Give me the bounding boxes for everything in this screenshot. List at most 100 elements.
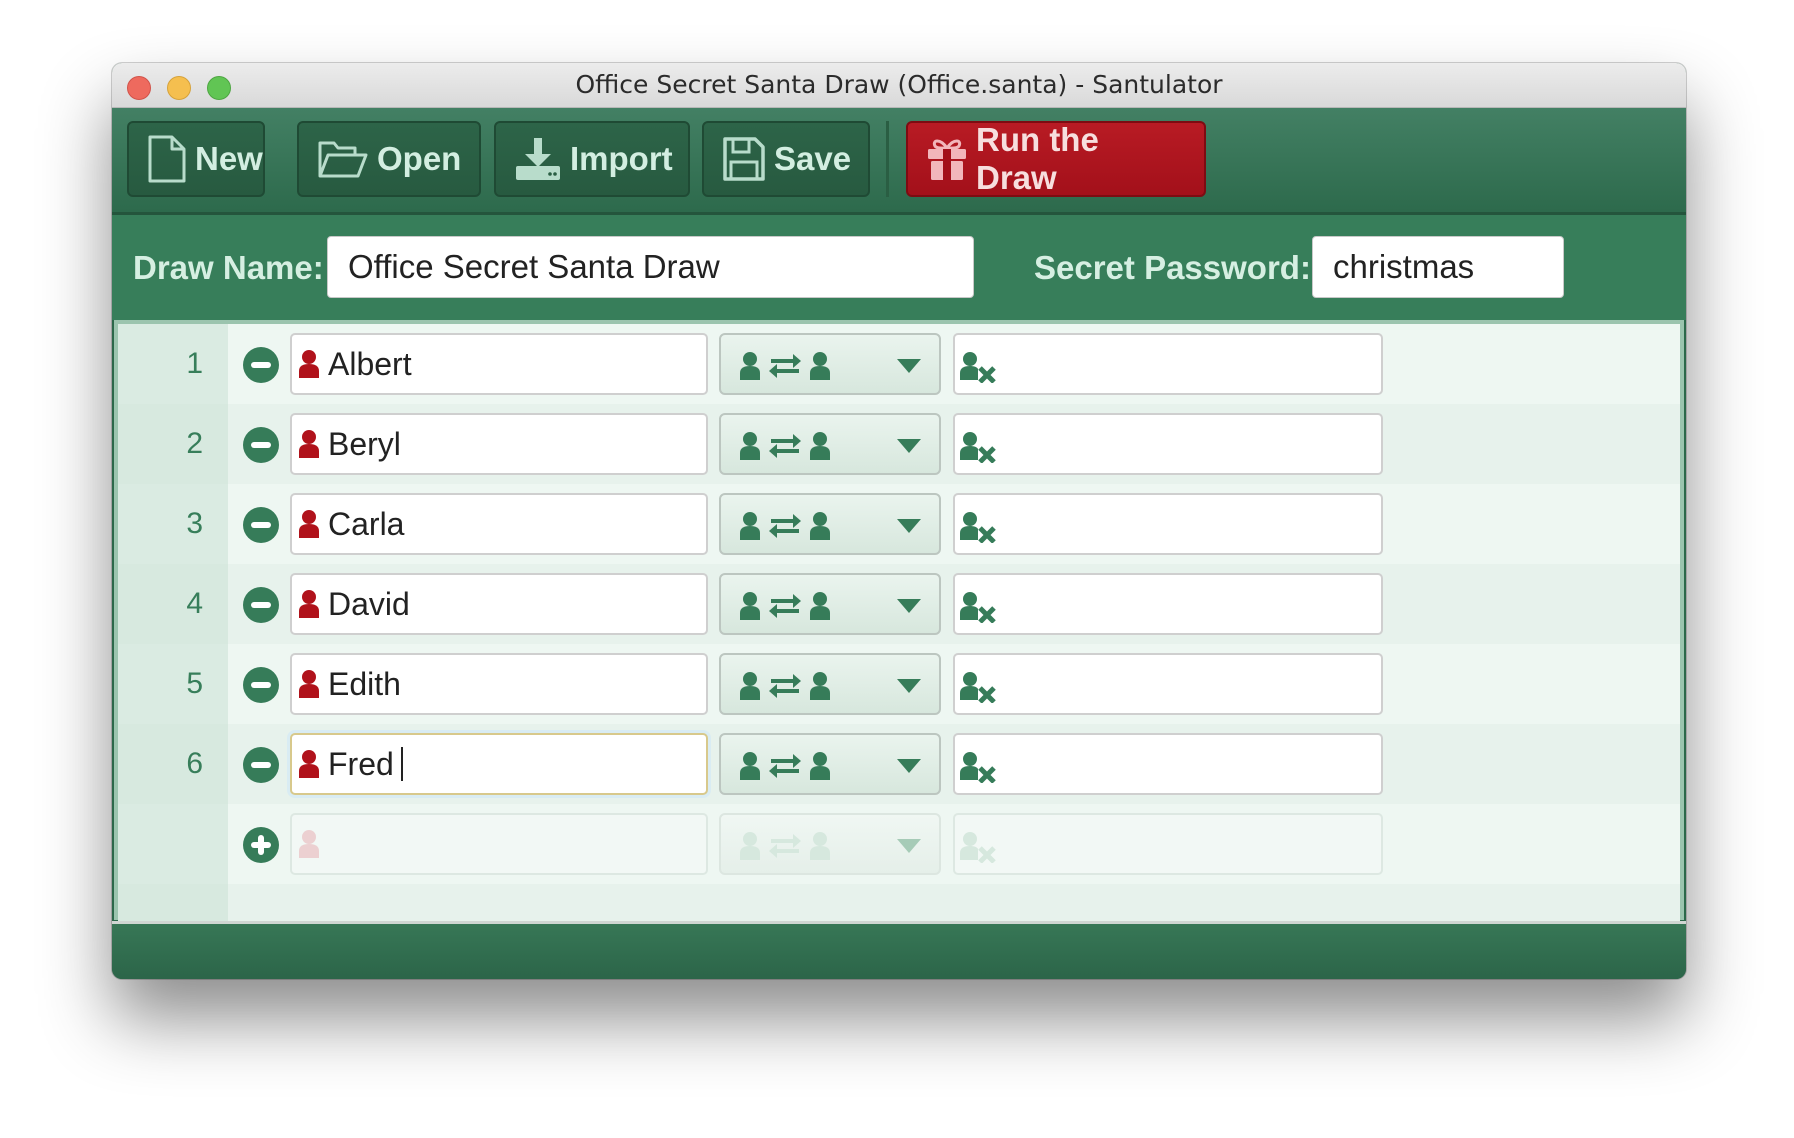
participant-name-input[interactable]: David (290, 573, 708, 635)
person-icon (299, 350, 319, 378)
remove-participant-button[interactable] (243, 747, 279, 783)
toolbar-separator (886, 121, 889, 197)
person-icon (299, 590, 319, 618)
chevron-down-icon (897, 679, 921, 693)
participant-row: 2 Beryl (118, 404, 1680, 484)
two-way-exchange-icon (740, 672, 830, 700)
participants-table: 1 Albert 2 Beryl 3 Carla 4 David 5 Edith… (114, 320, 1684, 924)
exclude-person-icon (960, 592, 996, 623)
participant-name-input[interactable]: Albert (290, 333, 708, 395)
row-number-cell (118, 884, 228, 924)
new-participant-name-input[interactable] (290, 813, 708, 875)
excluded-participants-input[interactable] (953, 653, 1383, 715)
text-caret (400, 747, 403, 781)
chevron-down-icon (897, 759, 921, 773)
participant-name: Beryl (328, 425, 401, 462)
participant-name: Carla (328, 505, 405, 542)
minus-icon (251, 362, 271, 368)
excluded-participants-input[interactable] (953, 573, 1383, 635)
exclude-person-icon (960, 512, 996, 543)
open-button[interactable]: Open (297, 121, 481, 197)
person-icon (299, 750, 319, 778)
minus-icon (251, 602, 271, 608)
folder-open-icon (318, 141, 368, 178)
draw-settings-bar: Draw Name: Office Secret Santa Draw Secr… (112, 215, 1686, 320)
secret-password-input[interactable]: christmas (1312, 236, 1564, 298)
new-participant-row (118, 804, 1680, 884)
exclude-person-icon (960, 752, 996, 783)
new-file-icon (148, 135, 186, 183)
remove-participant-button[interactable] (243, 427, 279, 463)
excluded-participants-input[interactable] (953, 733, 1383, 795)
exclude-person-icon (960, 672, 996, 703)
app-window: Office Secret Santa Draw (Office.santa) … (112, 63, 1686, 979)
new-excluded-participants-input[interactable] (953, 813, 1383, 875)
person-icon (299, 510, 319, 538)
excluded-participants-input[interactable] (953, 333, 1383, 395)
pairing-dropdown[interactable] (719, 333, 941, 395)
participant-name-input[interactable]: Beryl (290, 413, 708, 475)
run-draw-button-label: Run the Draw (976, 121, 1099, 196)
participant-row: 1 Albert (118, 324, 1680, 404)
import-button[interactable]: Import (494, 121, 690, 197)
two-way-exchange-icon (740, 752, 830, 780)
row-number: 6 (186, 747, 203, 780)
pairing-dropdown[interactable] (719, 733, 941, 795)
draw-name-label: Draw Name: (133, 249, 324, 286)
row-number-cell (118, 804, 228, 884)
status-bar (112, 921, 1686, 979)
save-button[interactable]: Save (702, 121, 870, 197)
minus-icon (251, 682, 271, 688)
pairing-dropdown[interactable] (719, 493, 941, 555)
excluded-participants-input[interactable] (953, 413, 1383, 475)
new-pairing-dropdown[interactable] (719, 813, 941, 875)
remove-participant-button[interactable] (243, 587, 279, 623)
empty-table-area (118, 884, 1680, 924)
row-number: 5 (186, 667, 203, 700)
participant-row: 3 Carla (118, 484, 1680, 564)
participant-row: 5 Edith (118, 644, 1680, 724)
minus-icon (251, 762, 271, 768)
participant-name: Fred (328, 745, 394, 782)
remove-participant-button[interactable] (243, 667, 279, 703)
open-button-label: Open (377, 140, 462, 177)
row-number: 4 (186, 587, 203, 620)
add-participant-button[interactable] (243, 827, 279, 863)
pairing-dropdown[interactable] (719, 413, 941, 475)
participant-name: Edith (328, 665, 401, 702)
pairing-dropdown[interactable] (719, 653, 941, 715)
draw-name-input[interactable]: Office Secret Santa Draw (327, 236, 974, 298)
participant-row: 4 David (118, 564, 1680, 644)
window-title: Office Secret Santa Draw (Office.santa) … (575, 70, 1223, 99)
two-way-exchange-icon (740, 512, 830, 540)
remove-participant-button[interactable] (243, 347, 279, 383)
new-button[interactable]: New (127, 121, 265, 197)
row-number: 1 (186, 347, 203, 380)
pairing-dropdown[interactable] (719, 573, 941, 635)
floppy-disk-icon (723, 137, 765, 181)
title-bar: Office Secret Santa Draw (Office.santa) … (112, 63, 1686, 108)
plus-icon-vertical (258, 835, 264, 855)
two-way-exchange-icon (740, 832, 830, 860)
participant-name: Albert (328, 345, 412, 382)
toolbar: New Open Import Save Run the Draw (112, 108, 1686, 215)
excluded-participants-input[interactable] (953, 493, 1383, 555)
participant-name: David (328, 585, 410, 622)
participant-row: 6 Fred (118, 724, 1680, 804)
participant-name-input[interactable]: Carla (290, 493, 708, 555)
exclude-person-icon (960, 352, 996, 383)
person-icon (299, 830, 319, 858)
participant-name-input[interactable]: Edith (290, 653, 708, 715)
new-button-label: New (195, 140, 263, 177)
two-way-exchange-icon (740, 592, 830, 620)
remove-participant-button[interactable] (243, 507, 279, 543)
run-draw-button[interactable]: Run the Draw (906, 121, 1206, 197)
participant-name-input[interactable]: Fred (290, 733, 708, 795)
chevron-down-icon (897, 839, 921, 853)
import-download-icon (516, 138, 560, 180)
exclude-person-icon (960, 432, 996, 463)
two-way-exchange-icon (740, 352, 830, 380)
row-number: 3 (186, 507, 203, 540)
chevron-down-icon (897, 359, 921, 373)
save-button-label: Save (774, 140, 852, 177)
